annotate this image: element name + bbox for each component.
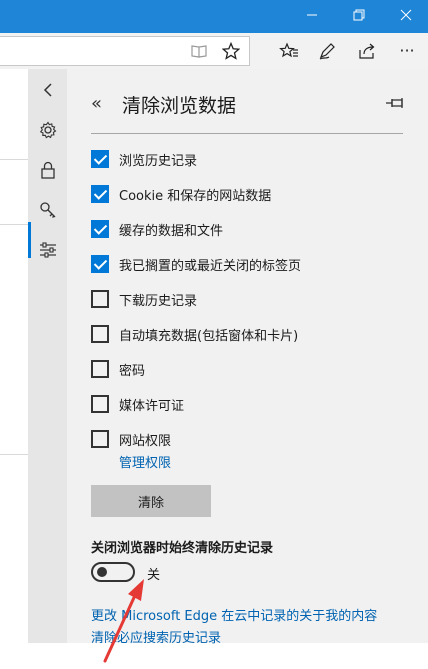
annotation-arrow bbox=[103, 579, 144, 663]
checkbox-label: 缓存的数据和文件 bbox=[119, 223, 224, 239]
more-icon: ··· bbox=[399, 41, 415, 60]
page-content bbox=[0, 69, 28, 643]
page-divider bbox=[0, 454, 28, 455]
checkbox-label: 我已搁置的或最近关闭的标签页 bbox=[119, 258, 302, 274]
clear-button[interactable]: 清除 bbox=[91, 485, 211, 517]
favorites-hub-icon bbox=[279, 42, 298, 58]
settings-nav-rail bbox=[28, 69, 67, 643]
checkbox-label: 自动填充数据(包括窗体和卡片) bbox=[119, 328, 299, 344]
page-title: 清除浏览数据 bbox=[122, 95, 237, 117]
page-divider bbox=[0, 224, 28, 225]
address-bar[interactable] bbox=[0, 36, 250, 66]
checkbox-box[interactable] bbox=[91, 360, 109, 378]
checkbox-label: 密码 bbox=[119, 363, 146, 379]
sliders-icon bbox=[39, 242, 56, 258]
checkbox-label: 网站权限 bbox=[119, 433, 172, 449]
back-button[interactable]: « bbox=[91, 93, 102, 114]
favorite-star-icon bbox=[222, 42, 240, 60]
pin-icon bbox=[386, 98, 403, 108]
checkbox-box[interactable] bbox=[91, 395, 109, 413]
privacy-security-button[interactable] bbox=[28, 155, 67, 185]
pen-icon bbox=[319, 43, 335, 60]
manage-permissions-link[interactable]: 管理权限 bbox=[119, 452, 171, 471]
checkbox-browsing-history[interactable]: 浏览历史记录 bbox=[91, 148, 197, 170]
checkbox-label: 浏览历史记录 bbox=[119, 153, 198, 169]
always-clear-label: 关闭浏览器时始终清除历史记录 bbox=[91, 541, 274, 556]
checkbox-download-history[interactable]: 下载历史记录 bbox=[91, 288, 197, 310]
close-icon bbox=[400, 9, 411, 21]
checkbox-site-permissions[interactable]: 网站权限 bbox=[91, 428, 171, 450]
checkbox-cached-data[interactable]: 缓存的数据和文件 bbox=[91, 218, 223, 240]
restore-button[interactable] bbox=[335, 0, 382, 30]
clear-browsing-data-panel: « 清除浏览数据 浏览历史记录 Cookie 和保存的网站数据 缓存的数据和文件… bbox=[67, 69, 428, 663]
more-button[interactable]: ··· bbox=[396, 41, 418, 61]
collapse-chevron-icon bbox=[43, 83, 52, 97]
checkbox-box[interactable] bbox=[91, 430, 109, 448]
general-settings-button[interactable] bbox=[28, 115, 67, 145]
close-button[interactable] bbox=[382, 0, 428, 30]
browser-toolbar: ··· bbox=[0, 33, 428, 69]
reading-view-icon bbox=[191, 45, 207, 58]
title-divider bbox=[91, 133, 403, 134]
minimize-button[interactable] bbox=[288, 0, 335, 30]
checkbox-box[interactable] bbox=[91, 150, 109, 168]
pen-button[interactable] bbox=[316, 41, 338, 61]
favorites-hub-button[interactable] bbox=[278, 41, 300, 61]
checkbox-box[interactable] bbox=[91, 255, 109, 273]
minimize-icon bbox=[306, 14, 317, 16]
checkbox-cookies[interactable]: Cookie 和保存的网站数据 bbox=[91, 183, 271, 205]
checkbox-autofill[interactable]: 自动填充数据(包括窗体和卡片) bbox=[91, 323, 298, 345]
checkbox-box[interactable] bbox=[91, 220, 109, 238]
key-icon bbox=[39, 202, 55, 218]
checkbox-label: 下载历史记录 bbox=[119, 293, 198, 309]
checkbox-passwords[interactable]: 密码 bbox=[91, 358, 145, 380]
gear-icon bbox=[39, 121, 56, 139]
restore-icon bbox=[353, 9, 364, 21]
collapse-button[interactable] bbox=[28, 75, 67, 105]
checkbox-box[interactable] bbox=[91, 290, 109, 308]
reading-view-button[interactable] bbox=[188, 41, 210, 61]
checkbox-tabs[interactable]: 我已搁置的或最近关闭的标签页 bbox=[91, 253, 301, 275]
checkbox-label: 媒体许可证 bbox=[119, 398, 185, 414]
checkbox-media-licenses[interactable]: 媒体许可证 bbox=[91, 393, 184, 415]
lock-icon bbox=[40, 161, 55, 179]
checkbox-box[interactable] bbox=[91, 185, 109, 203]
toggle-knob bbox=[97, 567, 107, 577]
checkbox-box[interactable] bbox=[91, 325, 109, 343]
advanced-settings-button[interactable] bbox=[28, 235, 67, 265]
share-icon bbox=[359, 43, 375, 59]
share-button[interactable] bbox=[356, 41, 378, 61]
checkbox-label: Cookie 和保存的网站数据 bbox=[119, 188, 272, 204]
title-bar bbox=[0, 0, 428, 33]
page-divider bbox=[0, 159, 28, 160]
pin-button[interactable] bbox=[385, 95, 405, 109]
passwords-button[interactable] bbox=[28, 195, 67, 225]
favorite-star-button[interactable] bbox=[220, 41, 242, 61]
